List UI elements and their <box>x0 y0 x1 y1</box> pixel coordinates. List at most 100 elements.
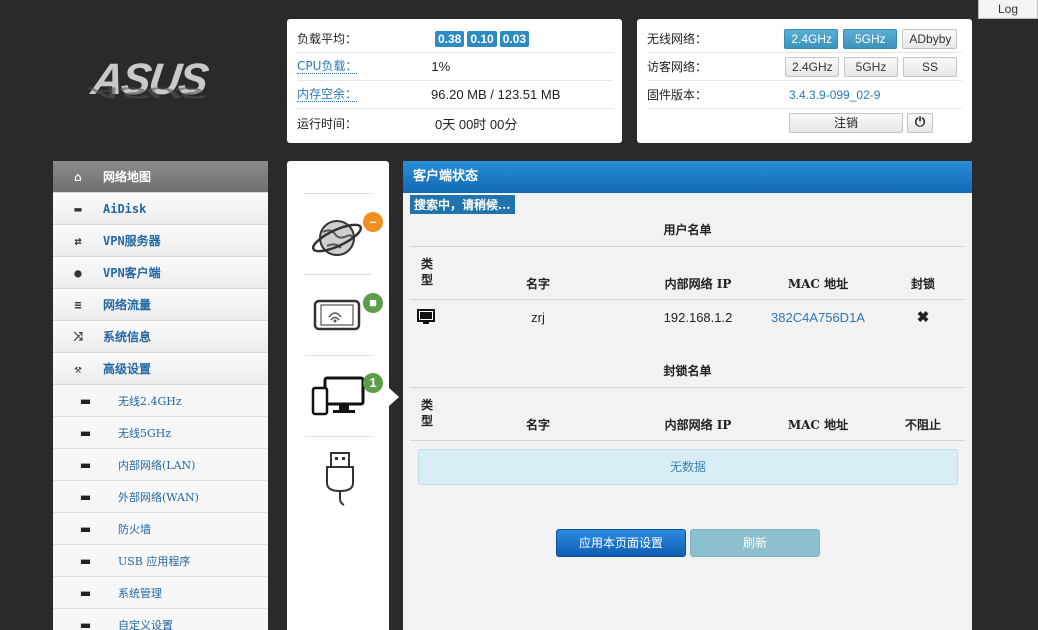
selection-pointer <box>389 388 399 406</box>
column-header-unblock: 不阻止 <box>904 418 941 432</box>
sidebar-item-label: 网络地图 <box>103 170 152 184</box>
sidebar-sub-label: USB 应用程序 <box>118 554 191 568</box>
asus-logo: ASUS ASUS <box>85 55 210 104</box>
lock-icon: ■ <box>363 293 383 313</box>
guest-24ghz-button[interactable]: 2.4GHz <box>785 56 839 77</box>
client-ip: 192.168.1.2 <box>663 310 733 325</box>
sidebar-sub-wireless-5[interactable]: ▬ 无线5GHz <box>53 417 268 449</box>
dash-icon: ▬ <box>79 521 92 536</box>
wireless-status[interactable]: ■ <box>305 274 383 354</box>
load-values: 0.38 0.10 0.03 <box>435 30 532 47</box>
usb-icon <box>326 452 354 506</box>
cpu-load-link[interactable]: CPU负载： <box>297 59 358 74</box>
sidebar-item-advanced[interactable]: ⚒ 高级设置 <box>53 353 268 385</box>
sidebar-item-vpn-server[interactable]: ⇄ VPN服务器 <box>53 225 268 257</box>
uptime-value: 0天 00时 00分 <box>435 116 518 132</box>
sidebar-item-vpn-client[interactable]: ● VPN客户端 <box>53 257 268 289</box>
dash-icon: ▬ <box>79 425 92 440</box>
firmware-row: 固件版本： 3.4.3.9-099_02-9 <box>647 81 962 109</box>
block-list-title: 封锁名单 <box>663 364 712 378</box>
firmware-label: 固件版本： <box>647 88 708 102</box>
divider <box>410 387 965 388</box>
network-status-panel: 无线网络： 2.4GHz 5GHz ADbyby 访客网络： 2.4GHz 5G… <box>637 19 972 143</box>
sidebar-item-network-map[interactable]: ⌂ 网络地图 <box>53 161 268 193</box>
sidebar-item-label: AiDisk <box>103 201 147 216</box>
scan-status-badge: 搜索中，请稍候... <box>410 195 515 214</box>
log-button[interactable]: Log <box>978 0 1038 19</box>
sidebar-sub-label: 系统管理 <box>118 586 162 600</box>
dash-icon: ▬ <box>79 617 92 630</box>
uptime-row: 运行时间： 0天 00时 00分 <box>297 109 612 137</box>
column-header-name: 名字 <box>525 418 550 432</box>
load-label: 负载平均： <box>297 32 358 46</box>
network-map-icon-column: – ■ 1 <box>287 161 389 630</box>
load-row: 负载平均： 0.38 0.10 0.03 <box>297 25 612 53</box>
sidebar: ⌂ 网络地图 ▬ AiDisk ⇄ VPN服务器 ● VPN客户端 ≡ 网络流量… <box>53 161 268 630</box>
sidebar-item-label: 系统信息 <box>103 330 152 344</box>
divider <box>410 440 965 441</box>
list-icon: ≡ <box>74 297 82 312</box>
apply-settings-button[interactable]: 应用本页面设置 <box>556 529 686 557</box>
guest-5ghz-button[interactable]: 5GHz <box>844 56 898 77</box>
sidebar-sub-custom[interactable]: ▬ 自定义设置 <box>53 609 268 630</box>
dash-icon: ▬ <box>79 553 92 568</box>
column-header-mac: MAC 地址 <box>787 418 849 432</box>
sidebar-sub-wan[interactable]: ▬ 外部网络(WAN) <box>53 481 268 513</box>
wireless-row: 无线网络： 2.4GHz 5GHz ADbyby <box>647 25 962 53</box>
clients-count-badge: 1 <box>363 373 383 393</box>
firmware-version-link[interactable]: 3.4.3.9-099_02-9 <box>789 88 880 102</box>
sidebar-sub-usb-apps[interactable]: ▬ USB 应用程序 <box>53 545 268 577</box>
memory-link[interactable]: 内存空余： <box>297 87 358 102</box>
sidebar-sub-wireless-24[interactable]: ▬ 无线2.4GHz <box>53 385 268 417</box>
no-data-message: 无数据 <box>418 449 958 485</box>
dash-icon: ▬ <box>79 585 92 600</box>
user-list-title: 用户名单 <box>663 223 712 237</box>
client-status-panel: 客户端状态 搜索中，请稍候... 用户名单 类型 名字 内部网络 IP MAC … <box>403 161 972 630</box>
wireless-5ghz-button[interactable]: 5GHz <box>843 28 898 49</box>
sidebar-sub-label: 无线2.4GHz <box>118 394 182 408</box>
clients-status[interactable]: 1 <box>305 355 383 435</box>
load-5min: 0.10 <box>467 30 497 47</box>
sidebar-item-label: 网络流量 <box>103 298 152 312</box>
column-header-type: 类型 <box>420 398 433 428</box>
guest-label: 访客网络： <box>647 60 708 74</box>
refresh-button[interactable]: 刷新 <box>690 529 820 557</box>
sidebar-item-label: 高级设置 <box>103 362 152 376</box>
sync-icon: ⇄ <box>74 233 82 248</box>
usb-status[interactable] <box>305 436 371 516</box>
sidebar-sub-label: 防火墙 <box>118 522 151 536</box>
power-icon[interactable]: ⏻ <box>907 113 933 133</box>
sidebar-sub-label: 自定义设置 <box>118 618 173 630</box>
ss-button[interactable]: SS <box>903 56 957 77</box>
tablet-wifi-icon <box>313 299 361 331</box>
sidebar-sub-admin[interactable]: ▬ 系统管理 <box>53 577 268 609</box>
divider <box>410 246 965 247</box>
sidebar-item-aidisk[interactable]: ▬ AiDisk <box>53 193 268 225</box>
dash-icon: ▬ <box>79 393 92 408</box>
wireless-label: 无线网络： <box>647 32 708 46</box>
home-icon: ⌂ <box>74 169 82 184</box>
client-mac-link[interactable]: 382C4A756D1A <box>763 310 873 325</box>
internet-warning-badge: – <box>363 212 383 232</box>
sidebar-item-label: VPN客户端 <box>103 266 161 280</box>
memory-value: 96.20 MB / 123.51 MB <box>431 87 561 102</box>
close-icon[interactable]: ✖ <box>908 308 938 326</box>
uptime-label: 运行时间： <box>297 116 358 131</box>
adbyby-button[interactable]: ADbyby <box>902 28 957 49</box>
sidebar-item-traffic[interactable]: ≡ 网络流量 <box>53 289 268 321</box>
desktop-icon <box>417 309 435 324</box>
system-status-panel: 负载平均： 0.38 0.10 0.03 CPU负载： 1% 内存空余： 96.20… <box>287 19 622 143</box>
column-header-type: 类型 <box>420 257 433 287</box>
sidebar-sub-firewall[interactable]: ▬ 防火墙 <box>53 513 268 545</box>
internet-status[interactable]: – <box>305 193 383 273</box>
column-header-ip: 内部网络 IP <box>664 418 732 432</box>
sidebar-sub-lan[interactable]: ▬ 内部网络(LAN) <box>53 449 268 481</box>
wireless-24ghz-button[interactable]: 2.4GHz <box>784 28 839 49</box>
sidebar-item-system-info[interactable]: ⤨ 系统信息 <box>53 321 268 353</box>
memory-row: 内存空余： 96.20 MB / 123.51 MB <box>297 81 612 109</box>
logout-button[interactable]: 注销 <box>789 113 903 133</box>
sidebar-sub-label: 内部网络(LAN) <box>118 458 196 472</box>
column-header-ip: 内部网络 IP <box>664 277 732 291</box>
dash-icon: ▬ <box>79 457 92 472</box>
panel-title: 客户端状态 <box>403 161 972 193</box>
